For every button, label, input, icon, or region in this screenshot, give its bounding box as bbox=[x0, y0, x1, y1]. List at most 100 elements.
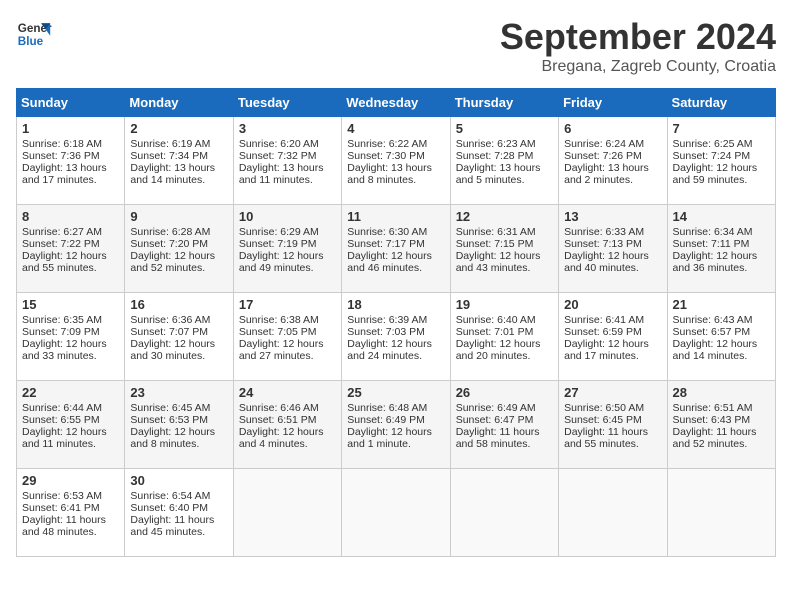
day-number: 4 bbox=[347, 121, 444, 136]
day-info: Sunset: 7:34 PM bbox=[130, 150, 227, 162]
day-info: and 5 minutes. bbox=[456, 174, 553, 186]
day-info: and 24 minutes. bbox=[347, 350, 444, 362]
day-number: 13 bbox=[564, 209, 661, 224]
day-info: Daylight: 11 hours bbox=[456, 426, 553, 438]
day-info: Sunrise: 6:38 AM bbox=[239, 314, 336, 326]
day-info: Sunrise: 6:54 AM bbox=[130, 490, 227, 502]
day-info: Daylight: 12 hours bbox=[673, 338, 770, 350]
day-info: Sunrise: 6:45 AM bbox=[130, 402, 227, 414]
day-number: 28 bbox=[673, 385, 770, 400]
day-number: 3 bbox=[239, 121, 336, 136]
day-number: 11 bbox=[347, 209, 444, 224]
day-info: Daylight: 12 hours bbox=[347, 250, 444, 262]
day-info: and 52 minutes. bbox=[673, 438, 770, 450]
day-info: Sunrise: 6:20 AM bbox=[239, 138, 336, 150]
day-info: Sunset: 6:45 PM bbox=[564, 414, 661, 426]
day-info: Sunset: 7:15 PM bbox=[456, 238, 553, 250]
day-info: Sunset: 7:24 PM bbox=[673, 150, 770, 162]
day-info: Sunset: 6:57 PM bbox=[673, 326, 770, 338]
day-info: Daylight: 11 hours bbox=[673, 426, 770, 438]
day-number: 8 bbox=[22, 209, 119, 224]
calendar-cell: 11 Sunrise: 6:30 AMSunset: 7:17 PMDayligh… bbox=[342, 205, 450, 293]
day-info: Sunrise: 6:22 AM bbox=[347, 138, 444, 150]
calendar-cell: 1Sunrise: 6:18 AMSunset: 7:36 PMDaylight… bbox=[17, 117, 125, 205]
day-info: Daylight: 13 hours bbox=[239, 162, 336, 174]
day-number: 14 bbox=[673, 209, 770, 224]
day-header-wednesday: Wednesday bbox=[342, 89, 450, 117]
calendar-week-row: 29Sunrise: 6:53 AMSunset: 6:41 PMDayligh… bbox=[17, 469, 776, 557]
calendar-cell: 14Sunrise: 6:34 AMSunset: 7:11 PMDayligh… bbox=[667, 205, 775, 293]
day-info: Sunrise: 6:19 AM bbox=[130, 138, 227, 150]
day-info: and 27 minutes. bbox=[239, 350, 336, 362]
day-info: and 43 minutes. bbox=[456, 262, 553, 274]
calendar-cell: 15Sunrise: 6:35 AMSunset: 7:09 PMDayligh… bbox=[17, 293, 125, 381]
day-header-saturday: Saturday bbox=[667, 89, 775, 117]
day-info: and 11 minutes. bbox=[239, 174, 336, 186]
calendar-week-row: 22Sunrise: 6:44 AMSunset: 6:55 PMDayligh… bbox=[17, 381, 776, 469]
calendar-cell: 10Sunrise: 6:29 AMSunset: 7:19 PMDayligh… bbox=[233, 205, 341, 293]
day-info: Sunrise: 6:36 AM bbox=[130, 314, 227, 326]
day-info: Daylight: 11 hours bbox=[130, 514, 227, 526]
day-info: Daylight: 12 hours bbox=[130, 426, 227, 438]
calendar-cell: 23Sunrise: 6:45 AMSunset: 6:53 PMDayligh… bbox=[125, 381, 233, 469]
day-info: and 2 minutes. bbox=[564, 174, 661, 186]
calendar-week-row: 1Sunrise: 6:18 AMSunset: 7:36 PMDaylight… bbox=[17, 117, 776, 205]
calendar-cell: 26Sunrise: 6:49 AMSunset: 6:47 PMDayligh… bbox=[450, 381, 558, 469]
day-header-sunday: Sunday bbox=[17, 89, 125, 117]
location-title: Bregana, Zagreb County, Croatia bbox=[500, 58, 776, 76]
day-info: and 14 minutes. bbox=[130, 174, 227, 186]
day-info: Sunset: 7:11 PM bbox=[673, 238, 770, 250]
day-info: Sunrise: 6:25 AM bbox=[673, 138, 770, 150]
day-info: Sunset: 7:30 PM bbox=[347, 150, 444, 162]
day-number: 24 bbox=[239, 385, 336, 400]
day-info: Sunset: 7:17 PM bbox=[347, 238, 444, 250]
calendar-body: 1Sunrise: 6:18 AMSunset: 7:36 PMDaylight… bbox=[17, 117, 776, 557]
day-info: Sunrise: 6:48 AM bbox=[347, 402, 444, 414]
day-info: Sunrise: 6:39 AM bbox=[347, 314, 444, 326]
day-info: and 46 minutes. bbox=[347, 262, 444, 274]
calendar-cell: 13Sunrise: 6:33 AMSunset: 7:13 PMDayligh… bbox=[559, 205, 667, 293]
day-info: Sunset: 6:40 PM bbox=[130, 502, 227, 514]
day-number: 22 bbox=[22, 385, 119, 400]
day-info: Sunrise: 6:27 AM bbox=[22, 226, 119, 238]
calendar-cell: 22Sunrise: 6:44 AMSunset: 6:55 PMDayligh… bbox=[17, 381, 125, 469]
day-info: Sunrise: 6:35 AM bbox=[22, 314, 119, 326]
day-info: Sunrise: 6:23 AM bbox=[456, 138, 553, 150]
calendar-cell: 28Sunrise: 6:51 AMSunset: 6:43 PMDayligh… bbox=[667, 381, 775, 469]
day-number: 21 bbox=[673, 297, 770, 312]
day-info: Sunset: 7:32 PM bbox=[239, 150, 336, 162]
day-info: and 17 minutes. bbox=[564, 350, 661, 362]
day-info: Sunset: 7:05 PM bbox=[239, 326, 336, 338]
day-info: and 45 minutes. bbox=[130, 526, 227, 538]
day-info: and 11 minutes. bbox=[22, 438, 119, 450]
day-info: and 36 minutes. bbox=[673, 262, 770, 274]
calendar-week-row: 8Sunrise: 6:27 AMSunset: 7:22 PMDaylight… bbox=[17, 205, 776, 293]
calendar-cell bbox=[559, 469, 667, 557]
day-info: Sunset: 7:09 PM bbox=[22, 326, 119, 338]
day-info: Sunrise: 6:34 AM bbox=[673, 226, 770, 238]
day-info: and 1 minute. bbox=[347, 438, 444, 450]
day-number: 7 bbox=[673, 121, 770, 136]
day-info: Sunrise: 6:30 AM bbox=[347, 226, 444, 238]
day-number: 19 bbox=[456, 297, 553, 312]
calendar-cell: 19Sunrise: 6:40 AMSunset: 7:01 PMDayligh… bbox=[450, 293, 558, 381]
day-info: Sunset: 6:49 PM bbox=[347, 414, 444, 426]
day-info: Daylight: 13 hours bbox=[22, 162, 119, 174]
day-info: Sunset: 6:59 PM bbox=[564, 326, 661, 338]
day-info: Sunset: 7:19 PM bbox=[239, 238, 336, 250]
day-info: Sunset: 6:55 PM bbox=[22, 414, 119, 426]
day-info: Sunset: 6:41 PM bbox=[22, 502, 119, 514]
day-info: Sunrise: 6:31 AM bbox=[456, 226, 553, 238]
calendar-cell bbox=[233, 469, 341, 557]
day-info: Sunrise: 6:28 AM bbox=[130, 226, 227, 238]
day-number: 18 bbox=[347, 297, 444, 312]
day-info: Sunset: 7:20 PM bbox=[130, 238, 227, 250]
day-number: 20 bbox=[564, 297, 661, 312]
day-number: 29 bbox=[22, 473, 119, 488]
day-info: Sunrise: 6:41 AM bbox=[564, 314, 661, 326]
day-info: Daylight: 12 hours bbox=[130, 250, 227, 262]
day-info: and 20 minutes. bbox=[456, 350, 553, 362]
svg-text:Blue: Blue bbox=[18, 35, 44, 48]
day-header-friday: Friday bbox=[559, 89, 667, 117]
day-info: Sunset: 6:47 PM bbox=[456, 414, 553, 426]
